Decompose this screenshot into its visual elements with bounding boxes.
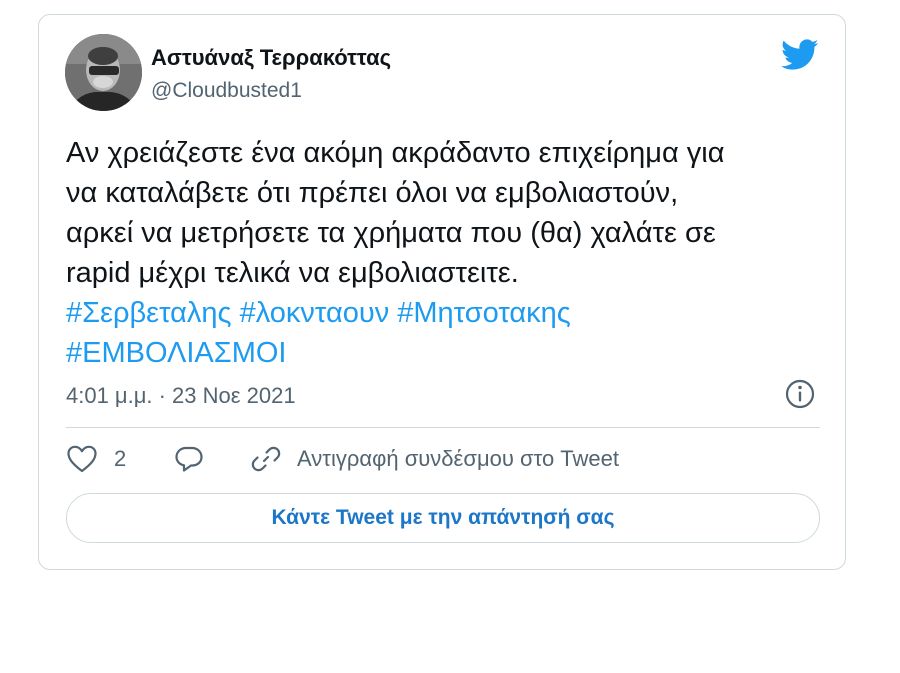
link-icon <box>251 444 281 474</box>
hashtag-row: #Σερβεταλης #λοκνταουν #Μητσοτακης <box>66 293 836 333</box>
copy-link-label: Αντιγραφή συνδέσμου στο Tweet <box>297 446 619 471</box>
twitter-bird-icon[interactable] <box>781 39 819 71</box>
tweet-text-line: αρκεί να μετρήσετε τα χρήματα που (θα) χ… <box>66 217 716 249</box>
hashtag-row: #ΕΜΒΟΛΙΑΣΜΟΙ <box>66 333 836 373</box>
author-handle[interactable]: @Cloudbusted1 <box>151 79 302 103</box>
divider <box>66 427 820 428</box>
hashtag-link[interactable]: #λοκνταουν <box>240 297 390 329</box>
hashtag-link[interactable]: #ΕΜΒΟΛΙΑΣΜΟΙ <box>66 337 286 369</box>
author-name[interactable]: Αστυάναξ Τερρακόττας <box>151 45 391 71</box>
tweet-timestamp[interactable]: 4:01 μ.μ. · 23 Νοε 2021 <box>66 383 296 409</box>
copy-link-button[interactable]: Αντιγραφή συνδέσμου στο Tweet <box>251 441 619 477</box>
tweet-text: Αν χρειάζεστε ένα ακόμη ακράδαντο επιχεί… <box>66 133 836 373</box>
tweet-reply-button[interactable]: Κάντε Tweet με την απάντησή σας <box>66 493 820 543</box>
avatar[interactable] <box>65 34 142 111</box>
reply-button[interactable] <box>173 441 205 477</box>
hashtag-link[interactable]: #Μητσοτακης <box>397 297 571 329</box>
info-icon[interactable] <box>783 377 817 411</box>
hashtag-link[interactable]: #Σερβεταλης <box>66 297 232 329</box>
tweet-text-line: rapid μέχρι τελικά να εμβολιαστειτε. <box>66 257 519 289</box>
tweet-card: Αστυάναξ Τερρακόττας @Cloudbusted1 Αν χρ… <box>38 14 846 570</box>
speech-bubble-icon <box>173 444 205 474</box>
heart-icon <box>66 444 98 474</box>
like-button[interactable]: 2 <box>66 441 126 477</box>
tweet-text-line: Αν χρειάζεστε ένα ακόμη ακράδαντο επιχεί… <box>66 137 725 169</box>
like-count: 2 <box>114 446 127 471</box>
avatar-photo <box>65 34 142 111</box>
tweet-text-line: να καταλάβετε ότι πρέπει όλοι να εμβολια… <box>66 177 679 209</box>
